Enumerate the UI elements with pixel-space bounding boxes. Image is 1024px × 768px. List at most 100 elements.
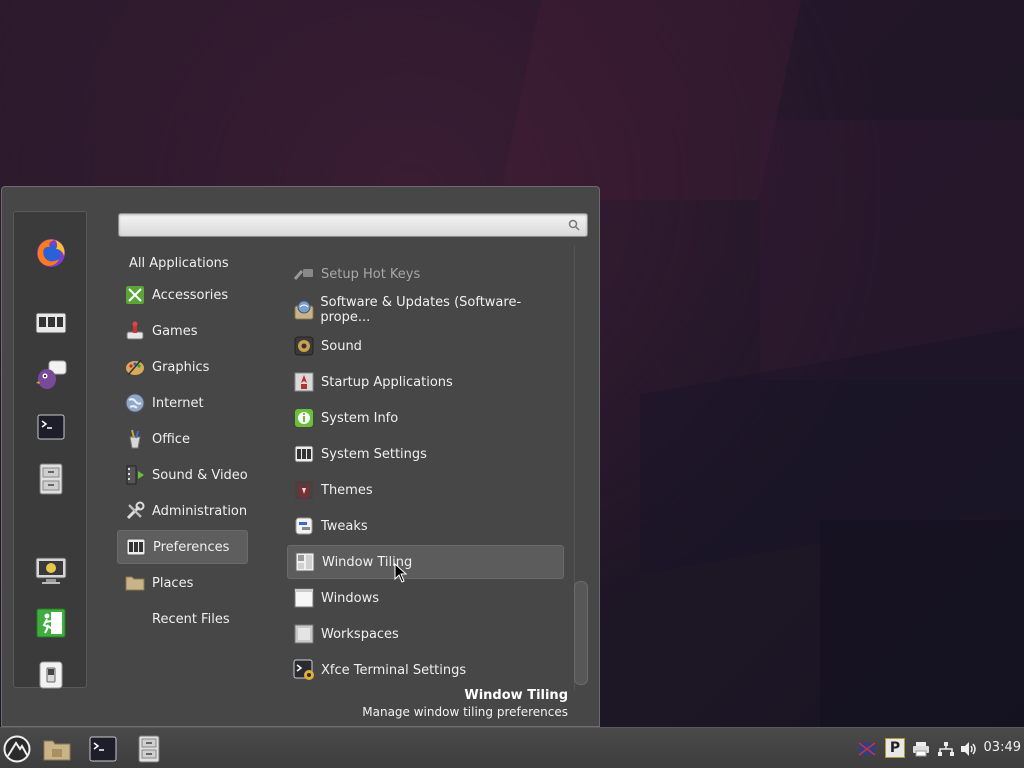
home-folder-icon xyxy=(43,740,71,761)
sound-speaker-icon xyxy=(293,335,315,357)
category-label: Accessories xyxy=(152,287,229,303)
category-games[interactable]: Games xyxy=(117,314,248,348)
category-label: Games xyxy=(152,323,198,339)
software-manager-icon xyxy=(35,312,67,334)
favorite-software-manager[interactable] xyxy=(34,306,68,340)
search-input[interactable] xyxy=(119,214,559,236)
app-startup-applications[interactable]: Startup Applications xyxy=(287,365,564,399)
favorite-lock-screen[interactable] xyxy=(34,554,68,588)
mouse-cursor-icon xyxy=(394,563,408,583)
taskbar-file-manager-button[interactable] xyxy=(134,734,164,764)
favorite-terminal[interactable] xyxy=(34,410,68,444)
logout-icon xyxy=(36,608,66,638)
firefox-icon xyxy=(37,239,65,267)
window-tiling-icon xyxy=(294,551,316,573)
tray-indicator-letter: P xyxy=(889,740,901,756)
app-system-info[interactable]: System Info xyxy=(287,401,564,435)
app-themes[interactable]: Themes xyxy=(287,473,564,507)
app-label: System Info xyxy=(321,410,399,426)
app-software-updates[interactable]: Software & Updates (Software-prope... xyxy=(287,293,564,327)
app-label: Sound xyxy=(321,338,362,354)
category-label: Sound & Video xyxy=(152,467,248,483)
tweaks-icon xyxy=(293,515,315,537)
favorite-files[interactable] xyxy=(34,462,68,496)
favorite-pidgin[interactable] xyxy=(34,358,68,392)
preferences-icon xyxy=(125,536,147,558)
application-menu: All Applications Accessories Games Graph… xyxy=(1,186,600,727)
administration-tools-icon xyxy=(124,500,146,522)
category-label: Preferences xyxy=(153,539,230,555)
terminal-icon xyxy=(37,414,65,440)
tray-volume[interactable] xyxy=(960,740,978,758)
app-window-tiling[interactable]: Window Tiling xyxy=(287,545,564,579)
search-box[interactable] xyxy=(118,213,588,237)
menu-button[interactable] xyxy=(2,734,32,764)
hotkeys-icon xyxy=(293,263,315,285)
app-windows[interactable]: Windows xyxy=(287,581,564,615)
pidgin-icon xyxy=(36,360,67,389)
sound-video-icon xyxy=(124,464,146,486)
software-updates-icon xyxy=(293,299,314,321)
wallpaper-facet xyxy=(820,520,1024,730)
favorite-logout[interactable] xyxy=(34,606,68,640)
system-info-icon xyxy=(293,407,315,429)
app-xfce-terminal-settings[interactable]: Xfce Terminal Settings xyxy=(287,653,564,687)
category-internet[interactable]: Internet xyxy=(117,386,248,420)
category-sound-video[interactable]: Sound & Video xyxy=(117,458,248,492)
app-setup-hot-keys[interactable]: Setup Hot Keys xyxy=(287,257,564,291)
clock[interactable]: 03:49 xyxy=(984,740,1021,755)
category-accessories[interactable]: Accessories xyxy=(117,278,248,312)
office-icon xyxy=(124,428,146,450)
taskbar-terminal-button[interactable] xyxy=(88,734,118,764)
category-label: Places xyxy=(152,575,194,591)
category-label: Office xyxy=(152,431,190,447)
app-tweaks[interactable]: Tweaks xyxy=(287,509,564,543)
internet-globe-icon xyxy=(124,392,146,414)
system-settings-icon xyxy=(293,443,315,465)
power-switch-icon xyxy=(39,661,63,689)
category-all-applications[interactable]: All Applications xyxy=(122,246,253,280)
app-label: Workspaces xyxy=(321,626,399,642)
graphics-icon xyxy=(124,356,146,378)
terminal-icon xyxy=(89,736,117,762)
app-system-settings[interactable]: System Settings xyxy=(287,437,564,471)
apps-scrollbar-thumb[interactable] xyxy=(574,581,588,685)
app-label: Xfce Terminal Settings xyxy=(321,662,467,678)
category-label: Internet xyxy=(152,395,204,411)
windows-icon xyxy=(293,587,315,609)
lock-screen-icon xyxy=(35,557,67,584)
app-label: Tweaks xyxy=(321,518,368,534)
app-label: Windows xyxy=(321,590,380,606)
workspaces-icon xyxy=(293,623,315,645)
wallpaper-facet xyxy=(498,0,802,200)
taskbar: P 03:49 xyxy=(0,727,1024,768)
folder-icon xyxy=(124,572,146,594)
category-places[interactable]: Places xyxy=(117,566,248,600)
file-cabinet-icon xyxy=(39,463,63,495)
app-sound[interactable]: Sound xyxy=(287,329,564,363)
app-workspaces[interactable]: Workspaces xyxy=(287,617,564,651)
network-icon xyxy=(938,742,954,756)
tray-network[interactable] xyxy=(937,740,955,758)
category-label: Administration xyxy=(152,503,248,519)
category-graphics[interactable]: Graphics xyxy=(117,350,248,384)
app-label: Startup Applications xyxy=(321,374,453,390)
tray-printer[interactable] xyxy=(912,740,930,758)
category-recent-files[interactable]: Recent Files xyxy=(117,602,248,636)
distro-logo-icon xyxy=(3,735,31,763)
selected-app-description: Manage window tiling preferences xyxy=(362,705,568,719)
tray-clipboard-indicator[interactable]: P xyxy=(885,738,905,758)
themes-icon xyxy=(293,479,315,501)
favorite-firefox[interactable] xyxy=(34,236,68,270)
accessories-icon xyxy=(124,284,146,306)
games-icon xyxy=(124,320,146,342)
category-preferences[interactable]: Preferences xyxy=(117,530,248,564)
search-icon xyxy=(568,219,580,231)
printer-icon xyxy=(913,742,929,757)
category-office[interactable]: Office xyxy=(117,422,248,456)
favorite-shutdown[interactable] xyxy=(34,658,68,692)
category-administration[interactable]: Administration xyxy=(117,494,248,528)
tray-keyboard-layout[interactable] xyxy=(858,740,876,758)
taskbar-files-button[interactable] xyxy=(42,734,72,764)
app-label: Setup Hot Keys xyxy=(321,266,421,282)
